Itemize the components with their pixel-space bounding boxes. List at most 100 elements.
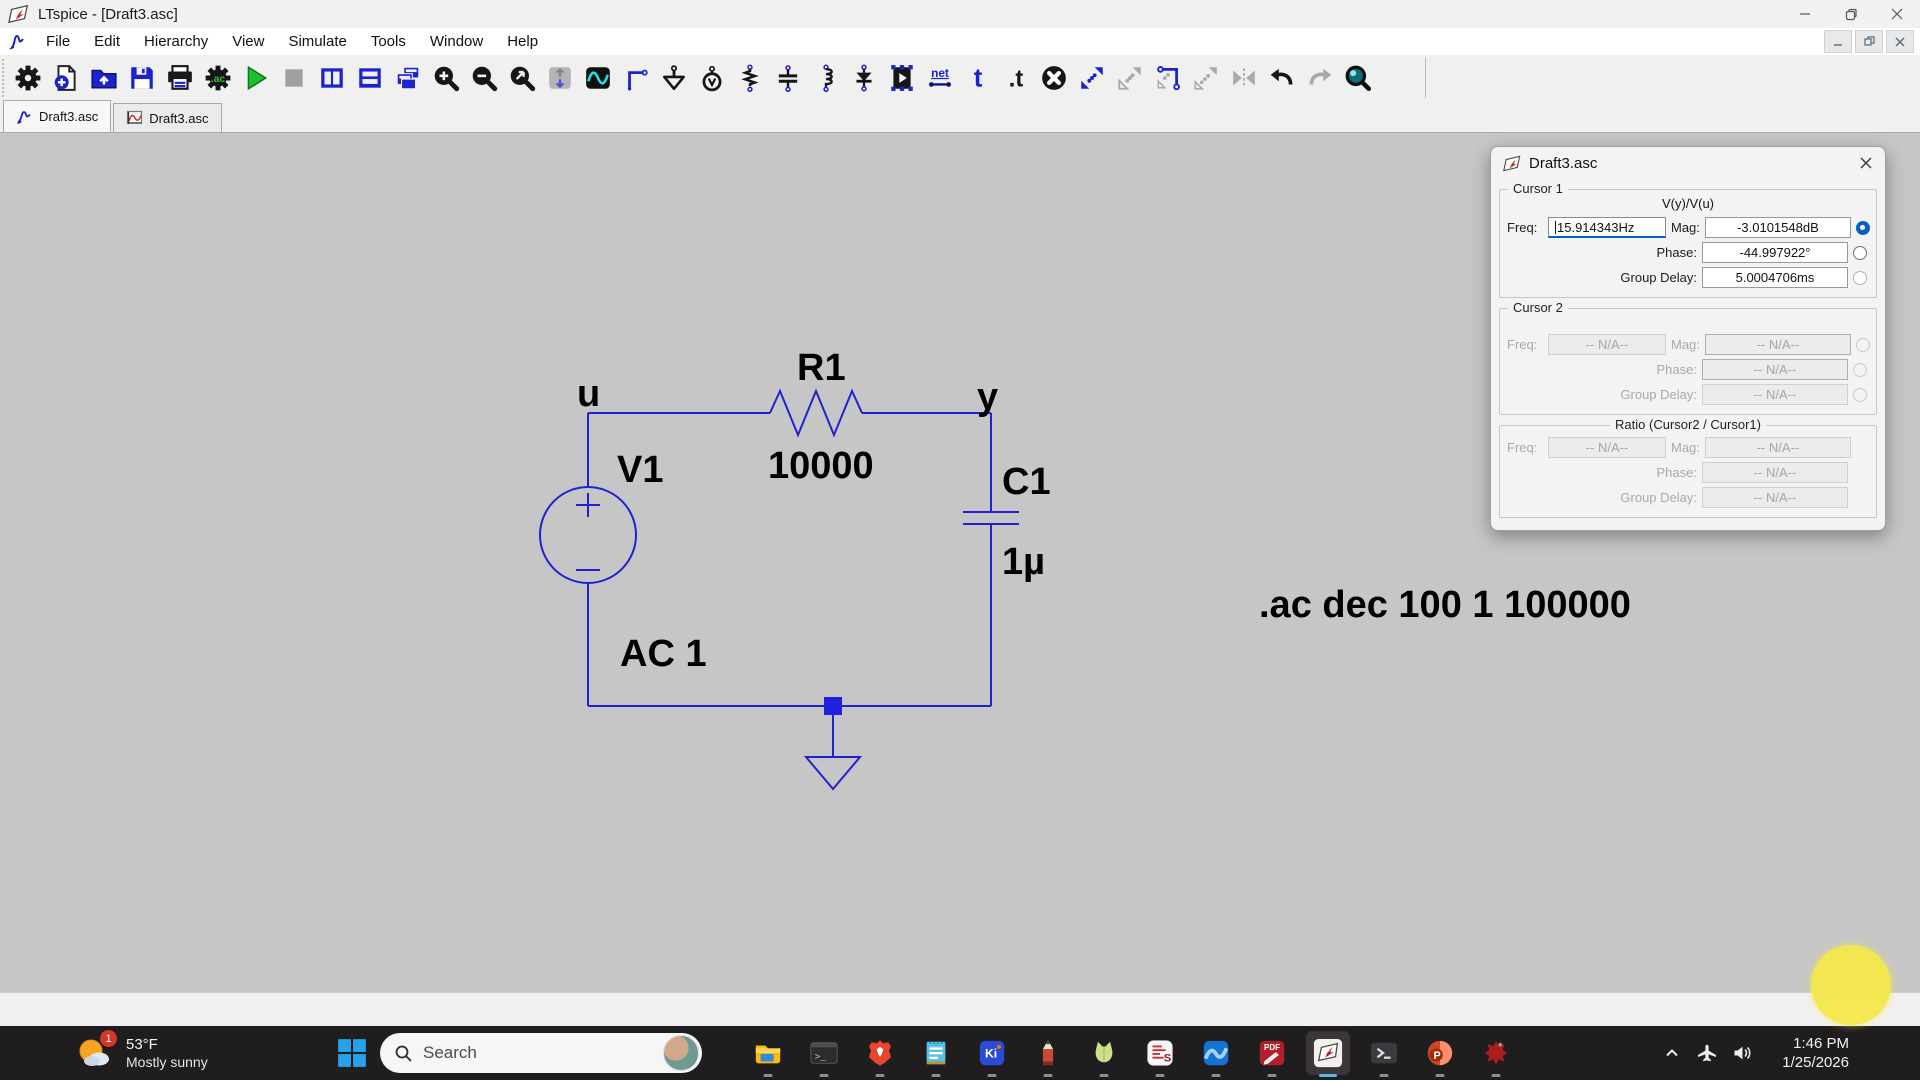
taskbar-app-cat[interactable] — [1076, 1026, 1132, 1080]
new-schematic-icon[interactable] — [47, 58, 85, 98]
taskbar-app-kicad[interactable]: Ki — [964, 1026, 1020, 1080]
menu-help[interactable]: Help — [495, 28, 550, 55]
airplane-mode-icon[interactable] — [1697, 1043, 1717, 1063]
cursor2-group-delay-radio[interactable] — [1853, 388, 1867, 402]
cursor1-group-delay-input[interactable]: 5.0004706ms — [1702, 267, 1848, 288]
cursor1-freq-input[interactable]: 15.914343Hz — [1548, 217, 1666, 238]
menu-hierarchy[interactable]: Hierarchy — [132, 28, 220, 55]
spice-directive-icon[interactable]: .t — [997, 58, 1035, 98]
menu-simulate[interactable]: Simulate — [276, 28, 358, 55]
schematic-label[interactable]: R1 — [797, 347, 846, 389]
circuit-wire[interactable] — [576, 493, 600, 517]
zoom-in-icon[interactable] — [427, 58, 465, 98]
tile-vertical-icon[interactable] — [313, 58, 351, 98]
cursor1-mag-radio[interactable] — [1856, 221, 1870, 235]
waveform-viewer-icon[interactable] — [579, 58, 617, 98]
text-tool-icon[interactable]: t — [959, 58, 997, 98]
schematic-canvas[interactable]: uR110000yV1C11µAC 1.ac dec 100 1 100000 … — [0, 133, 1920, 992]
undo-icon[interactable] — [1263, 58, 1301, 98]
schematic-label[interactable]: u — [577, 373, 600, 415]
mdi-minimize-button[interactable] — [1824, 30, 1852, 53]
zoom-out-icon[interactable] — [465, 58, 503, 98]
drag-icon[interactable] — [1149, 58, 1187, 98]
resistor-icon[interactable] — [731, 58, 769, 98]
settings-gear-icon[interactable] — [9, 58, 47, 98]
cascade-icon[interactable] — [389, 58, 427, 98]
taskbar-app-powerpoint[interactable]: P — [1412, 1026, 1468, 1080]
move-icon[interactable] — [1073, 58, 1111, 98]
volume-icon[interactable] — [1732, 1043, 1752, 1063]
weather-widget[interactable]: 1 53°F Mostly sunny — [72, 1031, 208, 1075]
tray-chevron-icon[interactable] — [1662, 1043, 1682, 1063]
run-icon[interactable] — [237, 58, 275, 98]
inductor-icon[interactable] — [807, 58, 845, 98]
print-icon[interactable] — [161, 58, 199, 98]
dialog-close-icon[interactable] — [1859, 156, 1873, 170]
component-icon[interactable] — [883, 58, 921, 98]
tab-2-waveform[interactable]: Draft3.asc — [113, 103, 221, 132]
wire-node-square[interactable] — [824, 697, 842, 715]
restore-button[interactable] — [1828, 0, 1874, 28]
highlight-net-icon[interactable]: net — [921, 58, 959, 98]
cursor1-phase-input[interactable]: -44.997922° — [1702, 242, 1848, 263]
taskbar-app-powershell[interactable] — [1356, 1026, 1412, 1080]
mdi-restore-button[interactable] — [1855, 30, 1883, 53]
search-box[interactable]: Search — [380, 1033, 702, 1073]
edit-sim-command-icon[interactable]: .ac — [199, 58, 237, 98]
cursor1-phase-radio[interactable] — [1853, 246, 1867, 260]
pan-icon[interactable] — [541, 58, 579, 98]
menu-file[interactable]: File — [34, 28, 82, 55]
cursor2-mag-radio[interactable] — [1856, 338, 1870, 352]
taskbar-app-explorer[interactable] — [740, 1026, 796, 1080]
find-icon[interactable] — [1111, 58, 1149, 98]
taskbar-app-brave[interactable] — [852, 1026, 908, 1080]
paste-disabled-icon[interactable] — [1187, 58, 1225, 98]
start-button[interactable] — [336, 1037, 368, 1069]
zoom-extents-icon[interactable] — [503, 58, 541, 98]
open-folder-icon[interactable] — [85, 58, 123, 98]
search-highlight-avatar[interactable] — [663, 1035, 699, 1071]
close-button[interactable] — [1874, 0, 1920, 28]
redo-icon[interactable] — [1301, 58, 1339, 98]
taskbar-app-red-splat[interactable] — [1468, 1026, 1524, 1080]
delete-icon[interactable] — [1035, 58, 1073, 98]
tile-horizontal-icon[interactable] — [351, 58, 389, 98]
schematic-label[interactable]: C1 — [1002, 461, 1051, 503]
taskbar-app-terminal[interactable]: >_ — [796, 1026, 852, 1080]
circuit-wire[interactable] — [770, 391, 862, 435]
schematic-label[interactable]: .ac dec 100 1 100000 — [1259, 584, 1631, 626]
circuit-wire[interactable] — [806, 757, 860, 789]
tab-1-schematic[interactable]: Draft3.asc — [3, 100, 111, 132]
menu-tools[interactable]: Tools — [359, 28, 418, 55]
taskbar-app-media[interactable] — [1188, 1026, 1244, 1080]
capacitor-icon[interactable] — [769, 58, 807, 98]
diode-icon[interactable] — [845, 58, 883, 98]
schematic-label[interactable]: V1 — [617, 449, 663, 491]
cursor1-mag-input[interactable]: -3.0101548dB — [1705, 217, 1851, 238]
minimize-button[interactable] — [1782, 0, 1828, 28]
schematic-label[interactable]: 10000 — [768, 445, 874, 487]
wire-icon[interactable] — [617, 58, 655, 98]
schematic-label[interactable]: AC 1 — [620, 633, 707, 675]
label-net-icon[interactable] — [693, 58, 731, 98]
clock[interactable]: 1:46 PM 1/25/2026 — [1767, 1034, 1849, 1072]
ground-icon[interactable] — [655, 58, 693, 98]
save-icon[interactable] — [123, 58, 161, 98]
menu-view[interactable]: View — [220, 28, 276, 55]
taskbar-app-pencil[interactable] — [1020, 1026, 1076, 1080]
taskbar-app-ltspice[interactable] — [1300, 1026, 1356, 1080]
search-schematic-icon[interactable] — [1339, 58, 1377, 98]
mirror-disabled-icon[interactable] — [1225, 58, 1263, 98]
mdi-close-button[interactable] — [1886, 30, 1914, 53]
taskbar-app-pdf[interactable]: PDF — [1244, 1026, 1300, 1080]
schematic-label[interactable]: y — [977, 376, 998, 418]
toolbar-grip[interactable] — [2, 59, 9, 97]
cursor1-group-delay-radio[interactable] — [1853, 271, 1867, 285]
taskbar-app-maps-s[interactable]: S — [1132, 1026, 1188, 1080]
cursor2-phase-radio[interactable] — [1853, 363, 1867, 377]
halt-icon[interactable] — [275, 58, 313, 98]
menu-edit[interactable]: Edit — [82, 28, 132, 55]
taskbar-app-notepad[interactable] — [908, 1026, 964, 1080]
menu-window[interactable]: Window — [418, 28, 495, 55]
schematic-label[interactable]: 1µ — [1002, 541, 1045, 583]
